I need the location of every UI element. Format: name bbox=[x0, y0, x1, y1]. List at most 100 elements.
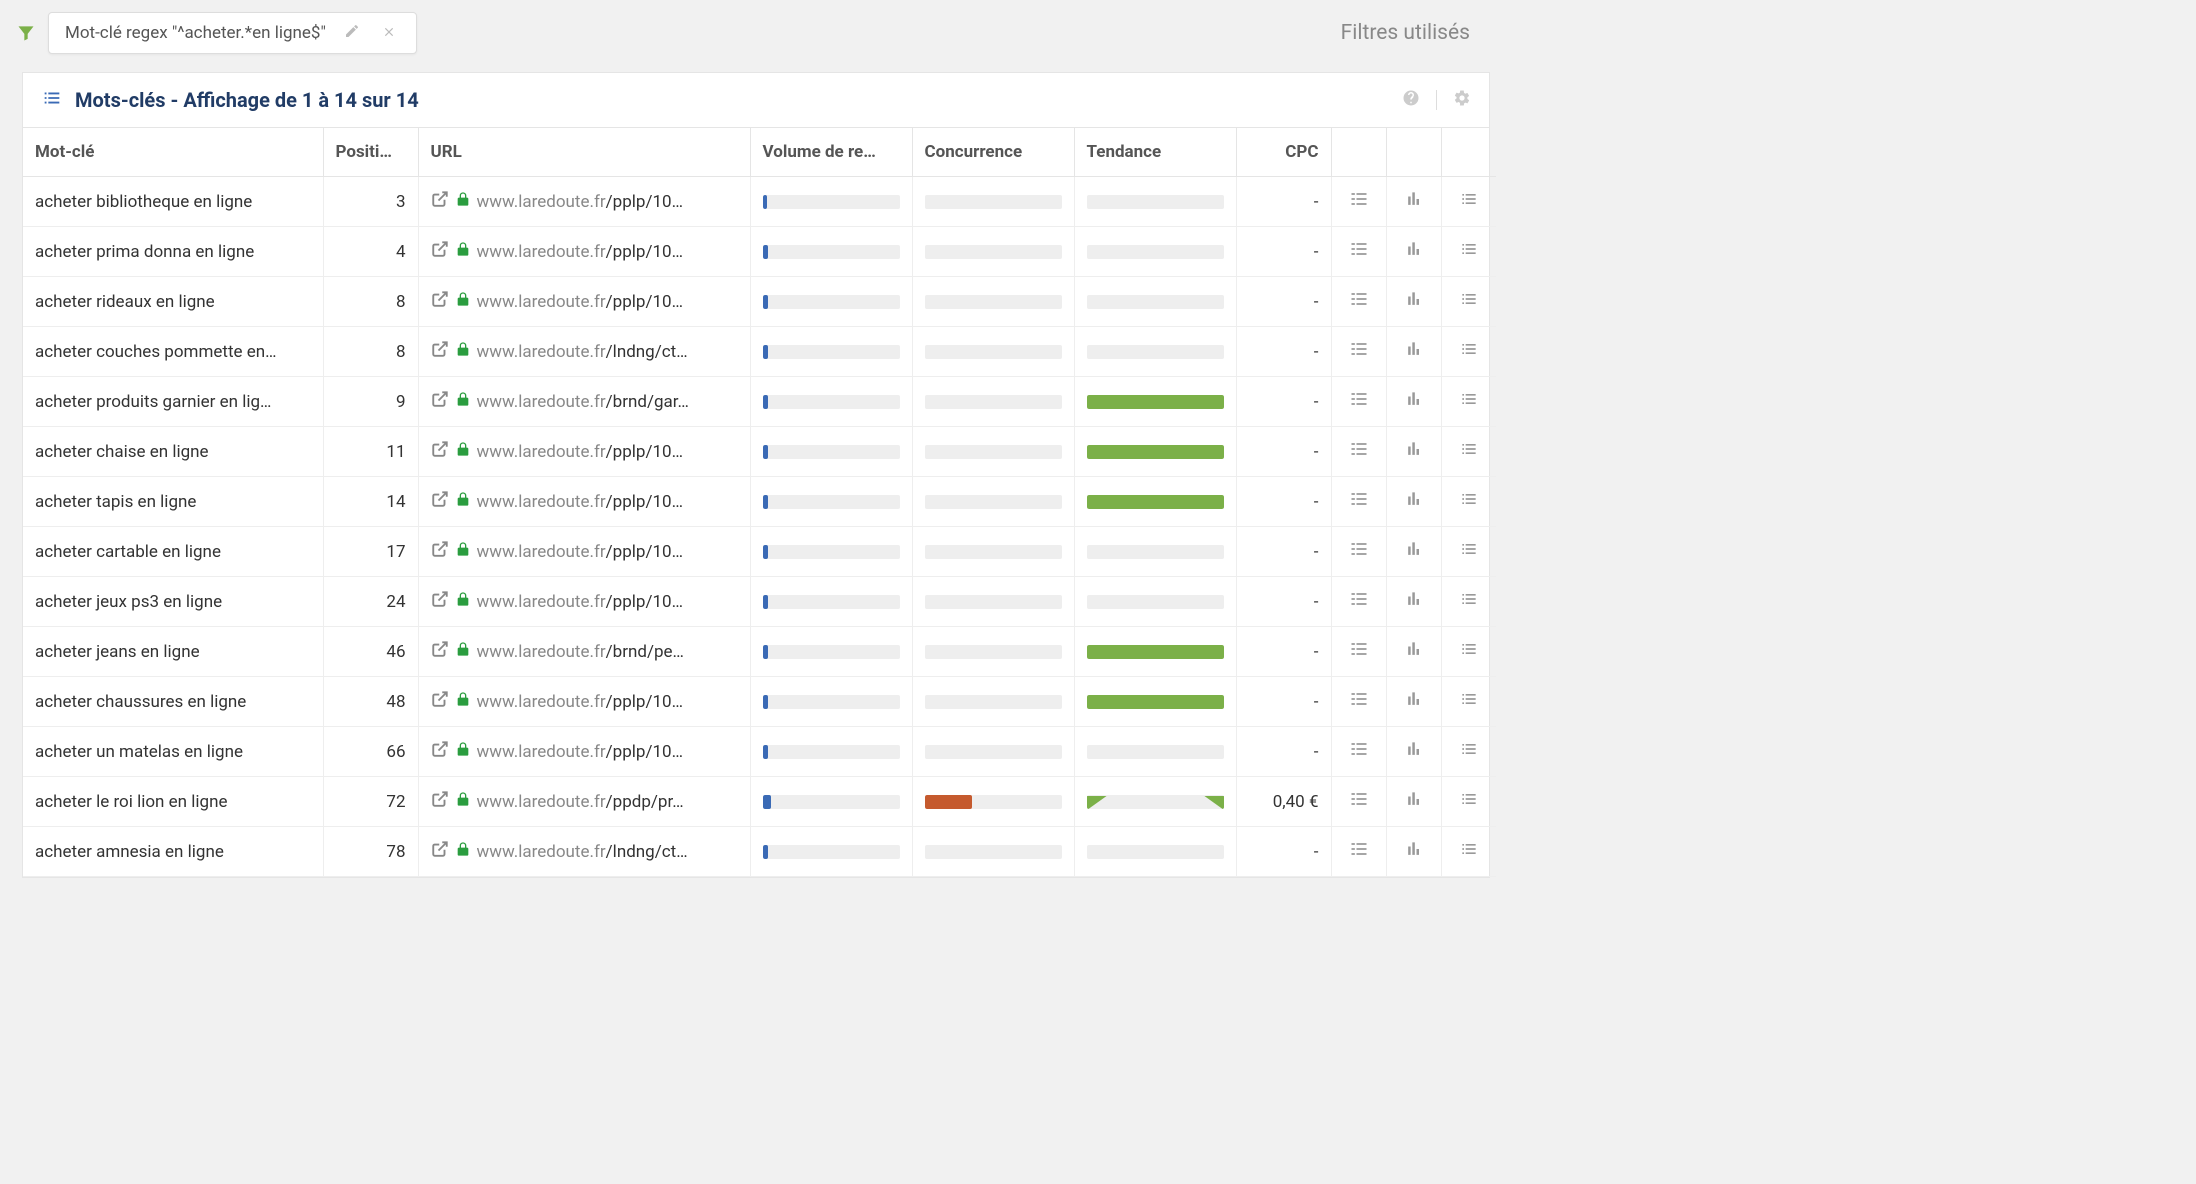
cell-action-list[interactable] bbox=[1441, 377, 1496, 427]
cell-action-serp[interactable] bbox=[1331, 827, 1386, 877]
cell-action-serp[interactable] bbox=[1331, 327, 1386, 377]
funnel-icon[interactable] bbox=[10, 17, 42, 49]
cell-action-chart[interactable] bbox=[1386, 477, 1441, 527]
cell-keyword[interactable]: acheter chaise en ligne bbox=[23, 427, 323, 477]
col-header-concurrence[interactable]: Concurrence bbox=[912, 128, 1074, 177]
cell-action-list[interactable] bbox=[1441, 227, 1496, 277]
cell-action-chart[interactable] bbox=[1386, 527, 1441, 577]
cell-keyword[interactable]: acheter couches pommette en… bbox=[23, 327, 323, 377]
cell-url[interactable]: www.laredoute.fr/pplp/10… bbox=[418, 477, 750, 527]
cell-keyword[interactable]: acheter produits garnier en lig… bbox=[23, 377, 323, 427]
cell-keyword[interactable]: acheter prima donna en ligne bbox=[23, 227, 323, 277]
close-icon[interactable] bbox=[378, 24, 400, 43]
filters-used-label[interactable]: Filtres utilisés bbox=[1341, 21, 1490, 45]
cell-action-chart[interactable] bbox=[1386, 677, 1441, 727]
external-link-icon[interactable] bbox=[431, 390, 449, 413]
external-link-icon[interactable] bbox=[431, 690, 449, 713]
cell-url[interactable]: www.laredoute.fr/brnd/gar… bbox=[418, 377, 750, 427]
cell-url[interactable]: www.laredoute.fr/pplp/10… bbox=[418, 427, 750, 477]
cell-action-chart[interactable] bbox=[1386, 577, 1441, 627]
cell-url[interactable]: www.laredoute.fr/pplp/10… bbox=[418, 177, 750, 227]
cell-keyword[interactable]: acheter un matelas en ligne bbox=[23, 727, 323, 777]
cell-keyword[interactable]: acheter chaussures en ligne bbox=[23, 677, 323, 727]
cell-action-serp[interactable] bbox=[1331, 527, 1386, 577]
cell-url[interactable]: www.laredoute.fr/lndng/ct… bbox=[418, 327, 750, 377]
cell-action-list[interactable] bbox=[1441, 777, 1496, 827]
external-link-icon[interactable] bbox=[431, 790, 449, 813]
cell-url[interactable]: www.laredoute.fr/ppdp/pr… bbox=[418, 777, 750, 827]
external-link-icon[interactable] bbox=[431, 240, 449, 263]
cell-action-serp[interactable] bbox=[1331, 627, 1386, 677]
cell-action-list[interactable] bbox=[1441, 177, 1496, 227]
cell-action-list[interactable] bbox=[1441, 277, 1496, 327]
external-link-icon[interactable] bbox=[431, 540, 449, 563]
external-link-icon[interactable] bbox=[431, 590, 449, 613]
col-header-keyword[interactable]: Mot-clé bbox=[23, 128, 323, 177]
external-link-icon[interactable] bbox=[431, 440, 449, 463]
gear-icon[interactable] bbox=[1453, 89, 1471, 111]
cell-action-serp[interactable] bbox=[1331, 777, 1386, 827]
cell-action-list[interactable] bbox=[1441, 477, 1496, 527]
cell-action-chart[interactable] bbox=[1386, 327, 1441, 377]
cell-action-chart[interactable] bbox=[1386, 377, 1441, 427]
cell-action-list[interactable] bbox=[1441, 827, 1496, 877]
external-link-icon[interactable] bbox=[431, 840, 449, 863]
col-header-tendance[interactable]: Tendance bbox=[1074, 128, 1236, 177]
cell-action-list[interactable] bbox=[1441, 627, 1496, 677]
cell-url[interactable]: www.laredoute.fr/brnd/pe… bbox=[418, 627, 750, 677]
cell-action-list[interactable] bbox=[1441, 577, 1496, 627]
cell-action-chart[interactable] bbox=[1386, 777, 1441, 827]
cell-url[interactable]: www.laredoute.fr/pplp/10… bbox=[418, 727, 750, 777]
cell-action-list[interactable] bbox=[1441, 677, 1496, 727]
cell-url[interactable]: www.laredoute.fr/lndng/ct… bbox=[418, 827, 750, 877]
cell-url[interactable]: www.laredoute.fr/pplp/10… bbox=[418, 577, 750, 627]
table-row: acheter rideaux en ligne8www.laredoute.f… bbox=[23, 277, 1496, 327]
cell-action-chart[interactable] bbox=[1386, 277, 1441, 327]
cell-url[interactable]: www.laredoute.fr/pplp/10… bbox=[418, 677, 750, 727]
col-header-position[interactable]: Positi… bbox=[323, 128, 418, 177]
external-link-icon[interactable] bbox=[431, 290, 449, 313]
external-link-icon[interactable] bbox=[431, 640, 449, 663]
cell-url[interactable]: www.laredoute.fr/pplp/10… bbox=[418, 277, 750, 327]
col-header-url[interactable]: URL bbox=[418, 128, 750, 177]
filter-chip[interactable]: Mot-clé regex "^acheter.*en ligne$" bbox=[48, 12, 417, 54]
cell-action-chart[interactable] bbox=[1386, 727, 1441, 777]
cell-keyword[interactable]: acheter jeans en ligne bbox=[23, 627, 323, 677]
col-header-volume[interactable]: Volume de re… bbox=[750, 128, 912, 177]
cell-action-serp[interactable] bbox=[1331, 227, 1386, 277]
cell-action-serp[interactable] bbox=[1331, 477, 1386, 527]
cell-action-chart[interactable] bbox=[1386, 627, 1441, 677]
cell-url[interactable]: www.laredoute.fr/pplp/10… bbox=[418, 527, 750, 577]
external-link-icon[interactable] bbox=[431, 490, 449, 513]
cell-action-serp[interactable] bbox=[1331, 277, 1386, 327]
cell-keyword[interactable]: acheter amnesia en ligne bbox=[23, 827, 323, 877]
cell-action-chart[interactable] bbox=[1386, 177, 1441, 227]
col-header-cpc[interactable]: CPC bbox=[1236, 128, 1331, 177]
cell-action-list[interactable] bbox=[1441, 527, 1496, 577]
cell-action-chart[interactable] bbox=[1386, 227, 1441, 277]
cell-action-serp[interactable] bbox=[1331, 727, 1386, 777]
external-link-icon[interactable] bbox=[431, 190, 449, 213]
cell-action-serp[interactable] bbox=[1331, 177, 1386, 227]
cell-action-serp[interactable] bbox=[1331, 427, 1386, 477]
help-icon[interactable] bbox=[1402, 89, 1420, 111]
cell-keyword[interactable]: acheter jeux ps3 en ligne bbox=[23, 577, 323, 627]
cell-action-serp[interactable] bbox=[1331, 577, 1386, 627]
cell-action-chart[interactable] bbox=[1386, 827, 1441, 877]
cell-action-serp[interactable] bbox=[1331, 677, 1386, 727]
cell-keyword[interactable]: acheter rideaux en ligne bbox=[23, 277, 323, 327]
table-row: acheter jeux ps3 en ligne24www.laredoute… bbox=[23, 577, 1496, 627]
cell-action-chart[interactable] bbox=[1386, 427, 1441, 477]
external-link-icon[interactable] bbox=[431, 340, 449, 363]
cell-url[interactable]: www.laredoute.fr/pplp/10… bbox=[418, 227, 750, 277]
cell-action-serp[interactable] bbox=[1331, 377, 1386, 427]
cell-keyword[interactable]: acheter bibliotheque en ligne bbox=[23, 177, 323, 227]
cell-action-list[interactable] bbox=[1441, 427, 1496, 477]
external-link-icon[interactable] bbox=[431, 740, 449, 763]
cell-action-list[interactable] bbox=[1441, 727, 1496, 777]
cell-keyword[interactable]: acheter cartable en ligne bbox=[23, 527, 323, 577]
cell-keyword[interactable]: acheter tapis en ligne bbox=[23, 477, 323, 527]
pencil-icon[interactable] bbox=[340, 23, 364, 43]
cell-action-list[interactable] bbox=[1441, 327, 1496, 377]
cell-keyword[interactable]: acheter le roi lion en ligne bbox=[23, 777, 323, 827]
